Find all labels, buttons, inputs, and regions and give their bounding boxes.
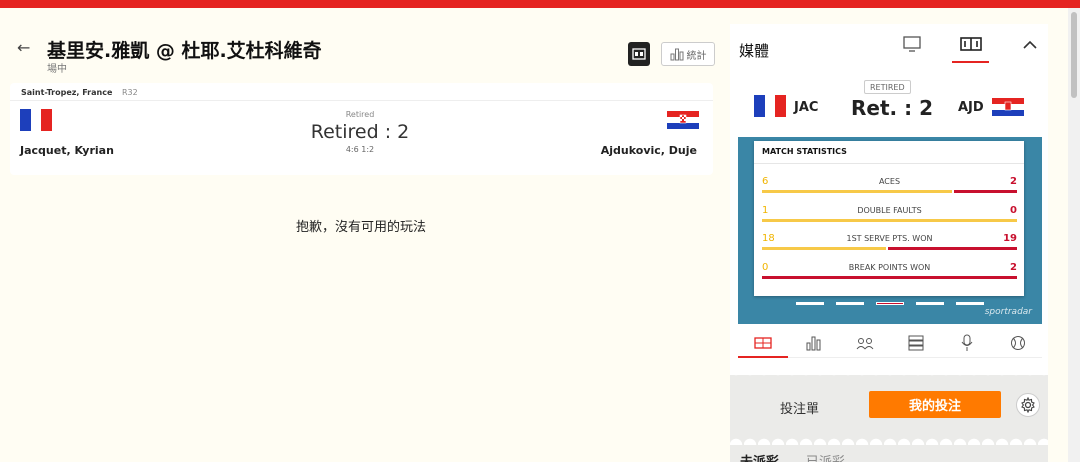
scoreboard-icon xyxy=(632,48,646,60)
match-round: R32 xyxy=(122,88,138,97)
stat-label: ACES xyxy=(878,177,901,186)
tracker-subtabs xyxy=(738,328,1042,358)
tab-head-to-head[interactable] xyxy=(850,332,880,354)
back-arrow-icon[interactable]: ← xyxy=(17,38,30,57)
main-content: ← 基里安.雅凱 @ 杜耶.艾杜科維奇 場中 統計 Saint-Tropez, … xyxy=(0,8,722,462)
retired-badge: RETIRED xyxy=(864,80,911,94)
provider-logo: sportradar xyxy=(984,307,1032,317)
tracker-page-dot[interactable] xyxy=(916,302,944,305)
france-flag-icon xyxy=(20,109,52,131)
tab-ball[interactable] xyxy=(1003,332,1033,354)
live-status-label: 場中 xyxy=(47,64,67,75)
stat-home-bar xyxy=(762,247,886,250)
match-tracker-court[interactable]: MATCH STATISTICS 6 ACES 2 1 DOUBLE FAULT… xyxy=(738,137,1042,324)
active-subtab-indicator xyxy=(738,356,788,358)
stat-away-value: 2 xyxy=(1010,262,1017,273)
stat-label: DOUBLE FAULTS xyxy=(857,206,922,215)
tracker-page-dot[interactable] xyxy=(956,302,984,305)
card-divider xyxy=(10,100,713,101)
court-icon xyxy=(754,337,772,349)
match-tracker-icon[interactable] xyxy=(960,36,982,54)
stat-home-value: 1 xyxy=(762,205,769,216)
tab-lineups[interactable] xyxy=(901,332,931,354)
players-icon xyxy=(856,338,874,350)
match-statistics-popup: MATCH STATISTICS 6 ACES 2 1 DOUBLE FAULT… xyxy=(754,141,1024,296)
stat-away-value: 0 xyxy=(1010,205,1017,216)
stat-away-bar xyxy=(954,190,1017,193)
tennis-ball-icon xyxy=(1011,336,1025,350)
stats-title: MATCH STATISTICS xyxy=(762,147,847,156)
stat-row: 18 1ST SERVE PTS. WON 19 xyxy=(762,233,1017,253)
match-status: Retired xyxy=(345,110,375,119)
chevron-up-icon[interactable] xyxy=(1022,37,1038,53)
bet-slip-label[interactable]: 投注單 xyxy=(780,398,819,417)
set-scores: 4:6 1:2 xyxy=(345,145,375,154)
active-media-tab-indicator xyxy=(952,61,989,63)
croatia-flag-icon xyxy=(992,98,1024,116)
tab-unsettled[interactable]: 未派彩 xyxy=(740,451,779,462)
player2-name: Ajdukovic, Duje xyxy=(600,144,697,157)
tab-commentary[interactable] xyxy=(952,332,982,354)
top-brand-bar xyxy=(0,0,1080,8)
bar-chart-icon xyxy=(806,336,821,351)
stat-row: 1 DOUBLE FAULTS 0 xyxy=(762,205,1017,225)
scoreboard-button[interactable] xyxy=(628,42,650,66)
stat-row: 0 BREAK POINTS WON 2 xyxy=(762,262,1017,282)
stat-row: 6 ACES 2 xyxy=(762,176,1017,196)
microphone-icon xyxy=(961,334,973,351)
team2-code: AJD xyxy=(958,100,984,115)
tracker-page-dot[interactable] xyxy=(796,302,824,305)
stat-label: 1ST SERVE PTS. WON xyxy=(846,234,933,243)
tab-court[interactable] xyxy=(748,332,778,354)
media-panel-title: 媒體 xyxy=(739,42,770,60)
team1-code: JAC xyxy=(794,100,819,115)
tracker-page-dot[interactable] xyxy=(836,302,864,305)
my-bets-button[interactable]: 我的投注 xyxy=(869,391,1001,418)
stat-home-value: 18 xyxy=(762,233,775,244)
stat-away-value: 19 xyxy=(1003,233,1017,244)
match-score: Retired : 2 xyxy=(310,121,410,143)
tab-stats[interactable] xyxy=(799,332,829,354)
france-flag-icon xyxy=(754,95,786,117)
tracker-page-dot-active[interactable] xyxy=(876,302,904,305)
match-location: Saint-Tropez, France xyxy=(21,88,113,97)
match-card[interactable]: Saint-Tropez, France R32 Jacquet, Kyrian… xyxy=(10,83,713,175)
tab-settled[interactable]: 已派彩 xyxy=(806,451,845,462)
stat-away-value: 2 xyxy=(1010,176,1017,187)
stats-button[interactable]: 統計 xyxy=(661,42,715,66)
tv-icon[interactable] xyxy=(902,36,922,54)
stat-home-bar xyxy=(762,190,952,193)
stat-away-bar xyxy=(888,247,1017,250)
page-title: 基里安.雅凱 @ 杜耶.艾杜科維奇 xyxy=(47,40,322,62)
stat-home-value: 0 xyxy=(762,262,769,273)
no-markets-message: 抱歉，沒有可用的玩法 xyxy=(295,220,426,235)
list-icon xyxy=(908,335,924,351)
stat-label: BREAK POINTS WON xyxy=(848,263,931,272)
player1-name: Jacquet, Kyrian xyxy=(20,144,114,157)
scrollbar-thumb[interactable] xyxy=(1071,12,1077,98)
gear-icon xyxy=(1021,397,1035,413)
stat-home-bar xyxy=(762,219,1017,222)
croatia-flag-icon xyxy=(667,111,699,129)
stat-home-value: 6 xyxy=(762,176,769,187)
stat-away-bar xyxy=(762,276,1017,279)
bar-chart-icon xyxy=(670,48,683,61)
panel-score: Ret. : 2 xyxy=(851,96,933,120)
settings-button[interactable] xyxy=(1016,393,1040,417)
bet-slip: 投注單 我的投注 未派彩 已派彩 xyxy=(730,369,1048,462)
stats-button-label: 統計 xyxy=(686,50,707,62)
